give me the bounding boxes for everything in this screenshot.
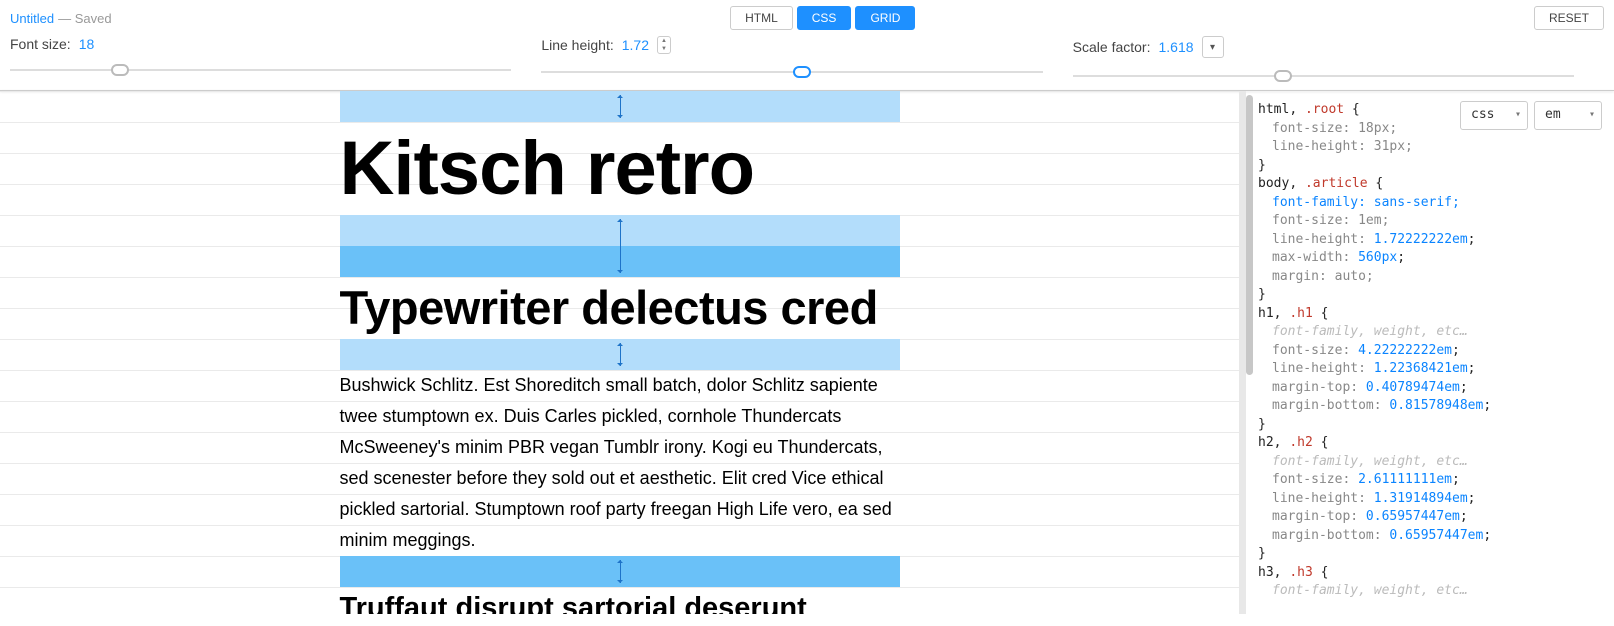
h2-margin-bottom-indicator [340, 339, 900, 370]
reset-button[interactable]: RESET [1534, 6, 1604, 30]
line-height-label: Line height: [541, 37, 613, 53]
preview-pane[interactable]: Kitsch retro Typewriter delectus cred Bu… [0, 91, 1239, 614]
code-output[interactable]: html, .root { font-size: 18px; line-heig… [1258, 101, 1602, 601]
scale-factor-slider[interactable] [1073, 66, 1604, 86]
code-panel: css em html, .root { font-size: 18px; li… [1239, 91, 1614, 614]
view-toggle-group: HTML CSS GRID [112, 6, 1534, 30]
arrow-icon [620, 343, 621, 366]
arrow-icon [620, 219, 621, 273]
scale-factor-control: Scale factor: 1.618 ▾ [1073, 36, 1604, 86]
document-saved-status: — Saved [58, 11, 111, 26]
chevron-down-icon: ▾ [1210, 42, 1215, 53]
top-bar: Untitled — Saved HTML CSS GRID RESET [0, 0, 1614, 36]
controls-row: Font size: 18 Line height: 1.72 ▲▼ Scale… [0, 36, 1614, 90]
article-preview: Kitsch retro Typewriter delectus cred Bu… [340, 91, 900, 614]
tab-grid[interactable]: GRID [855, 6, 915, 30]
line-height-stepper[interactable]: ▲▼ [657, 36, 671, 54]
font-size-control: Font size: 18 [10, 36, 541, 86]
main-area: Kitsch retro Typewriter delectus cred Bu… [0, 91, 1614, 614]
scale-factor-value[interactable]: 1.618 [1158, 39, 1193, 55]
chevron-down-icon: ▼ [658, 45, 670, 53]
preview-h3: Truffaut disrupt sartorial deserunt [340, 587, 900, 614]
chevron-up-icon: ▲ [658, 37, 670, 45]
font-size-slider[interactable] [10, 60, 541, 80]
document-title-area: Untitled — Saved [10, 11, 112, 26]
scale-factor-slider-thumb[interactable] [1274, 70, 1292, 82]
format-select[interactable]: css [1460, 101, 1528, 130]
font-size-value[interactable]: 18 [79, 36, 95, 52]
h1-margin-bottom-indicator [340, 215, 900, 277]
scale-factor-dropdown[interactable]: ▾ [1202, 36, 1224, 58]
preview-h2: Typewriter delectus cred [340, 277, 900, 339]
arrow-icon [620, 560, 621, 583]
preview-paragraph: Bushwick Schlitz. Est Shoreditch small b… [340, 370, 900, 556]
line-height-control: Line height: 1.72 ▲▼ [541, 36, 1072, 86]
h1-margin-top-indicator [340, 91, 900, 122]
arrow-icon [620, 95, 621, 118]
document-title-link[interactable]: Untitled [10, 11, 54, 26]
preview-h1: Kitsch retro [340, 122, 900, 215]
unit-select[interactable]: em [1534, 101, 1602, 130]
h3-margin-top-indicator [340, 556, 900, 587]
code-scrollbar[interactable] [1246, 95, 1253, 375]
font-size-label: Font size: [10, 36, 71, 52]
scale-factor-label: Scale factor: [1073, 39, 1151, 55]
tab-css[interactable]: CSS [797, 6, 852, 30]
font-size-slider-thumb[interactable] [111, 64, 129, 76]
code-output-selectors: css em [1460, 101, 1602, 130]
line-height-value[interactable]: 1.72 [622, 37, 649, 53]
tab-html[interactable]: HTML [730, 6, 793, 30]
line-height-slider-thumb[interactable] [793, 66, 811, 78]
line-height-slider[interactable] [541, 62, 1072, 82]
